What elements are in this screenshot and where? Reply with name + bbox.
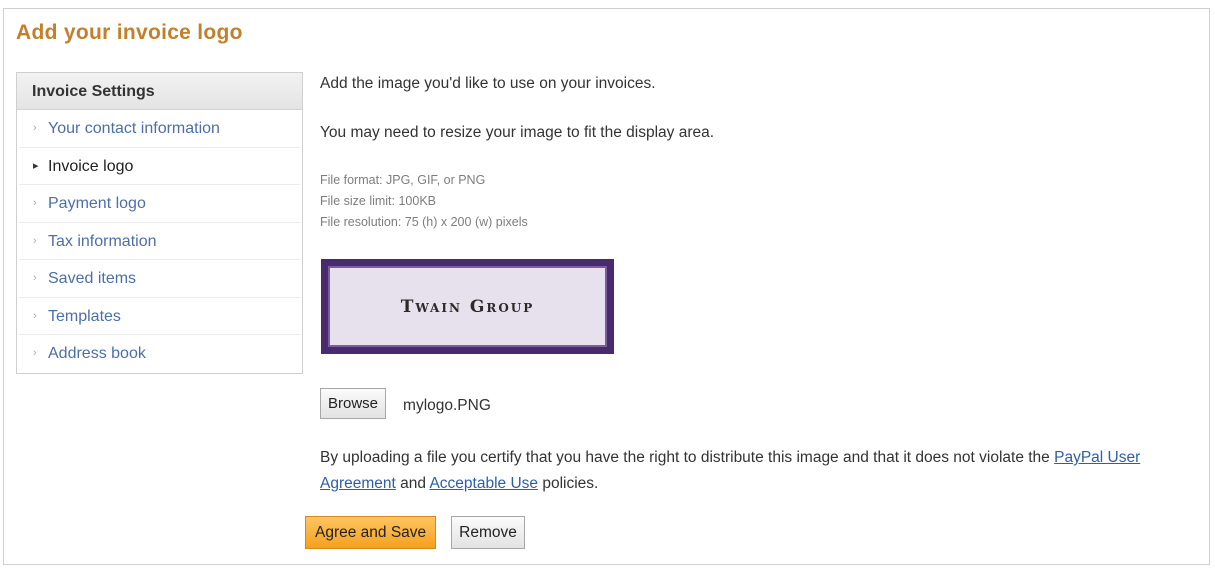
sidebar-header: Invoice Settings	[17, 73, 302, 110]
form-actions: Agree and Save Remove	[305, 516, 525, 549]
triangle-right-icon: ▸	[33, 159, 39, 172]
sidebar-item-label: Templates	[48, 307, 121, 325]
terms-text: and	[395, 475, 430, 492]
sidebar-item-label: Tax information	[48, 232, 157, 250]
chevron-right-icon: ›	[33, 347, 37, 359]
file-upload-row: Browse mylogo.PNG	[320, 388, 491, 419]
invoice-settings-sidebar: Invoice Settings › Your contact informat…	[16, 72, 303, 374]
file-requirements: File format: JPG, GIF, or PNG File size …	[320, 170, 528, 233]
chevron-right-icon: ›	[33, 234, 37, 247]
file-resolution-spec: File resolution: 75 (h) x 200 (w) pixels	[320, 215, 528, 229]
terms-text: By uploading a file you certify that you…	[320, 449, 1055, 466]
file-size-spec: File size limit: 100KB	[320, 194, 437, 208]
sidebar-item-label: Your contact information	[48, 120, 220, 137]
browse-button[interactable]: Browse	[320, 388, 387, 419]
chevron-right-icon: ›	[33, 309, 37, 322]
chevron-right-icon: ›	[33, 272, 37, 284]
terms-text: policies.	[538, 475, 599, 492]
intro-text: Add the image you'd like to use on your …	[320, 75, 656, 92]
sidebar-item-templates[interactable]: › Templates	[19, 298, 300, 335]
upload-terms: By uploading a file you certify that you…	[320, 445, 1205, 497]
selected-file-name: mylogo.PNG	[403, 396, 491, 414]
sidebar-item-payment-logo[interactable]: › Payment logo	[19, 185, 300, 223]
sidebar-item-label: Invoice logo	[48, 157, 134, 175]
logo-preview-text: Twain Group	[328, 266, 607, 347]
resize-note: You may need to resize your image to fit…	[320, 124, 715, 141]
sidebar-item-label: Saved items	[48, 270, 137, 287]
file-format-spec: File format: JPG, GIF, or PNG	[320, 173, 486, 187]
logo-preview: Twain Group	[321, 259, 614, 354]
page-title: Add your invoice logo	[16, 21, 243, 44]
sidebar-item-contact-information[interactable]: › Your contact information	[19, 110, 300, 148]
remove-button[interactable]: Remove	[451, 516, 525, 549]
agree-and-save-button[interactable]: Agree and Save	[305, 516, 437, 549]
sidebar-nav: › Your contact information ▸ Invoice log…	[17, 110, 302, 373]
sidebar-item-invoice-logo: ▸ Invoice logo	[19, 148, 300, 185]
sidebar-item-label: Payment logo	[48, 195, 146, 212]
sidebar-item-saved-items[interactable]: › Saved items	[19, 260, 300, 298]
sidebar-item-address-book[interactable]: › Address book	[19, 335, 300, 373]
sidebar-item-tax-information[interactable]: › Tax information	[19, 223, 300, 260]
acceptable-use-link[interactable]: Acceptable Use	[429, 475, 538, 492]
chevron-right-icon: ›	[33, 197, 37, 209]
sidebar-item-label: Address book	[48, 345, 146, 362]
chevron-right-icon: ›	[33, 122, 37, 134]
